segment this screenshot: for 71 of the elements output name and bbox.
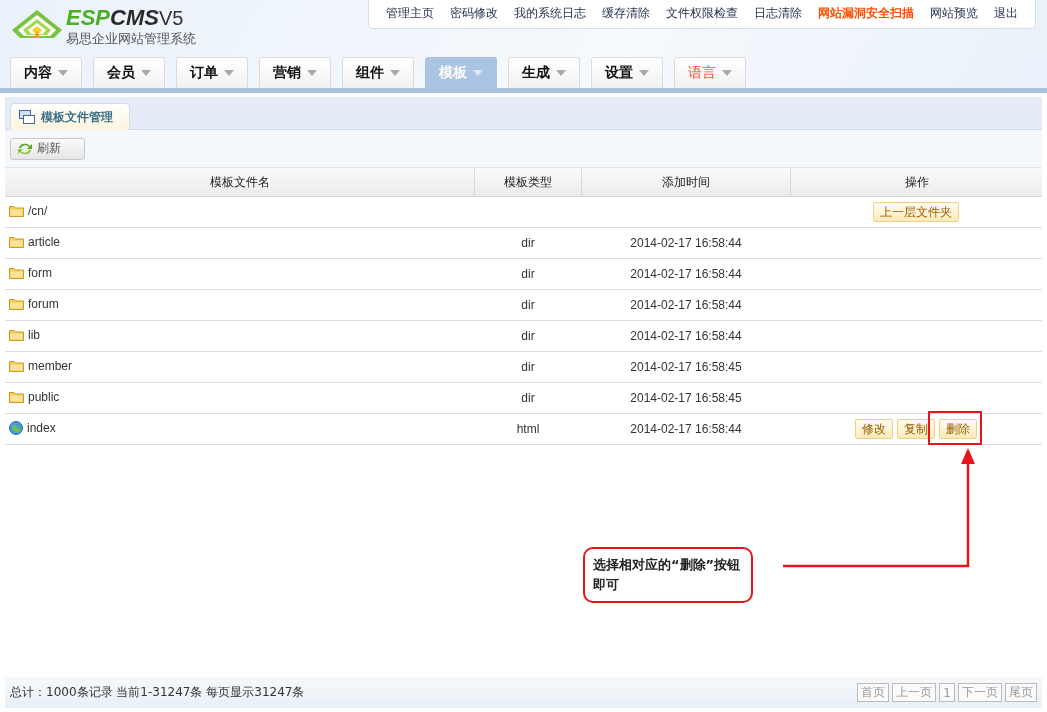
menu-tab[interactable]: 订单 [176,57,248,88]
file-name[interactable]: article [28,235,60,249]
file-type: dir [521,298,535,312]
folder-icon [9,360,24,372]
file-name[interactable]: /cn/ [28,204,48,218]
added-time: 2014-02-17 16:58:44 [630,298,742,312]
file-name[interactable]: form [28,266,52,280]
file-name[interactable]: lib [28,328,40,342]
logo-subtitle: 易思企业网站管理系统 [66,30,196,48]
top-link[interactable]: 日志清除 [746,5,810,22]
menu-tab[interactable]: 组件 [342,57,414,88]
menu-tab[interactable]: 设置 [591,57,663,88]
action-button[interactable]: 上一层文件夹 [873,202,960,222]
file-type: dir [521,329,535,343]
added-time: 2014-02-17 16:58:44 [630,329,742,343]
top-link[interactable]: 密码修改 [442,5,506,22]
logo-wordmark: ESPCMSV5 [66,6,185,30]
menu-tab[interactable]: 会员 [93,57,165,88]
menu-tab[interactable]: 营销 [259,57,331,88]
file-name[interactable]: public [28,390,60,404]
callout-note: 选择相对应的“删除”按钮即可 [583,547,753,603]
menu-tab[interactable]: 内容 [10,57,82,88]
file-type: html [516,422,540,436]
top-link[interactable]: 管理主页 [378,5,442,22]
folder-icon [9,298,24,310]
added-time: 2014-02-17 16:58:45 [630,360,742,374]
column-header: 添加时间 [581,168,791,197]
caret-icon [473,70,483,76]
folder-icon [9,236,24,248]
panel-tab[interactable]: 模板文件管理 [10,103,130,130]
file-type: dir [521,236,535,250]
file-name[interactable]: member [28,359,72,373]
caret-icon [141,70,151,76]
action-button[interactable]: 复制 [897,419,936,439]
folder-icon [9,205,24,217]
folder-icon [9,329,24,341]
top-link[interactable]: 缓存清除 [594,5,658,22]
column-header: 模板文件名 [5,168,475,197]
record-summary: 总计：1000条记录 当前1-31247条 每页显示31247条 [10,684,305,701]
added-time: 2014-02-17 16:58:44 [630,236,742,250]
caret-icon [307,70,317,76]
file-name[interactable]: forum [28,297,59,311]
caret-icon [224,70,234,76]
menu-tab[interactable]: 生成 [508,57,580,88]
globe-icon [9,420,23,435]
top-link[interactable]: 网站预览 [922,5,986,22]
folder-icon [9,391,24,403]
top-link[interactable]: 退出 [986,5,1026,22]
refresh-button[interactable]: 刷新 [10,137,85,160]
added-time: 2014-02-17 16:58:44 [630,422,742,436]
file-type: dir [521,391,535,405]
top-link[interactable]: 我的系统日志 [506,5,594,22]
caret-icon [58,70,68,76]
action-button[interactable]: 修改 [855,419,894,439]
highlight-frame [928,411,982,445]
added-time: 2014-02-17 16:58:45 [630,391,742,405]
file-type: dir [521,267,535,281]
window-icon [19,110,35,124]
caret-icon [556,70,566,76]
file-name[interactable]: index [27,420,56,435]
added-time: 2014-02-17 16:58:44 [630,267,742,281]
refresh-icon [17,141,33,156]
caret-icon [390,70,400,76]
column-header: 操作 [790,168,1042,197]
caret-icon [722,70,732,76]
top-link[interactable]: 文件权限检查 [658,5,746,22]
folder-icon [9,267,24,279]
caret-icon [639,70,649,76]
action-button[interactable]: 删除 [939,419,978,439]
column-header: 模板类型 [474,168,582,197]
file-type: dir [521,360,535,374]
